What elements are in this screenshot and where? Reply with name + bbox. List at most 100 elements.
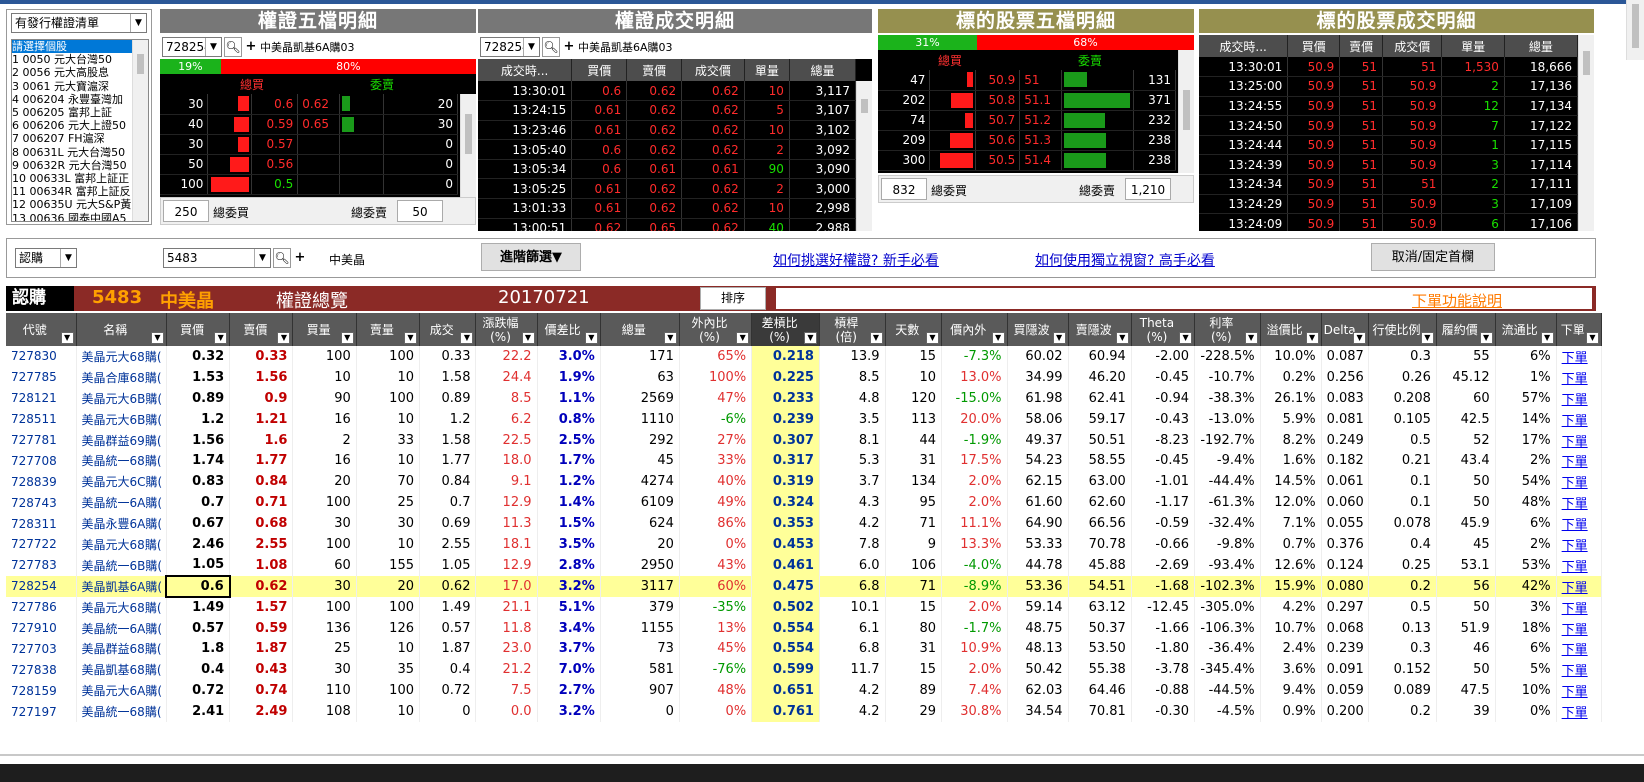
column-header[interactable]: 名稱 ▼ bbox=[76, 313, 167, 346]
filter-icon[interactable]: ▼ bbox=[736, 332, 750, 344]
order-link[interactable]: 下單 bbox=[1556, 366, 1602, 388]
filter-icon[interactable]: ▼ bbox=[277, 332, 291, 344]
column-header[interactable]: 賣價 bbox=[626, 59, 683, 81]
column-header[interactable]: 價內外 ▼ bbox=[941, 313, 1008, 346]
filter-icon[interactable]: ▼ bbox=[60, 332, 74, 344]
orderbook-row[interactable]: 47 50.9 51 131 bbox=[878, 70, 1176, 91]
order-link[interactable]: 下單 bbox=[1556, 408, 1602, 430]
column-header[interactable]: 賣量 ▼ bbox=[356, 313, 421, 346]
order-link[interactable]: 下單 bbox=[1556, 387, 1602, 409]
column-header[interactable]: 成交時... bbox=[1199, 35, 1289, 57]
table-row[interactable]: 728311 美晶永豐6A購(0.67 0.68 30 30 0.69 11.3 1.5% 62… bbox=[6, 513, 1602, 535]
trades-scrollbar[interactable] bbox=[1578, 35, 1594, 231]
orderbook-row[interactable]: 202 50.8 51.1 371 bbox=[878, 90, 1176, 111]
orderbook-row[interactable]: 30 0.57 0 bbox=[160, 134, 458, 155]
filter-icon[interactable]: ▼ bbox=[404, 332, 417, 344]
table-row[interactable]: 727830 美晶元大68購(0.32 0.33 100 100 0.33 22.2 3.0%… bbox=[6, 346, 1602, 367]
table-row[interactable]: 728121 美晶元大6B購(0.89 0.9 90 100 0.89 8.5 1.1% 256… bbox=[6, 387, 1602, 409]
column-header[interactable]: Delta ▼ bbox=[1321, 313, 1370, 346]
stock-list-item[interactable]: 1 0050 元大台灣50 bbox=[12, 53, 134, 66]
column-header[interactable]: 下單 ▼ bbox=[1556, 313, 1602, 346]
table-row[interactable]: 728839 美晶元大6C購(0.83 0.84 20 70 0.84 9.1 1.2% 427… bbox=[6, 471, 1602, 493]
table-row[interactable]: 727786 美晶元大68購(1.49 1.57 100 100 1.49 21.1 5.1%… bbox=[6, 596, 1602, 618]
stock-list-item[interactable]: 請選擇個股 bbox=[12, 40, 134, 54]
order-link[interactable]: 下單 bbox=[1556, 346, 1602, 367]
search-icon[interactable]: 🔍︎ bbox=[224, 37, 242, 57]
order-link[interactable]: 下單 bbox=[1556, 659, 1602, 681]
trade-row[interactable]: 13:30:01 50.9 51 51 1,530 18,666 bbox=[1199, 57, 1579, 78]
order-link[interactable]: 下單 bbox=[1556, 450, 1602, 472]
column-header[interactable]: 溢價比 ▼ bbox=[1260, 313, 1322, 346]
filter-icon[interactable]: ▼ bbox=[1586, 332, 1599, 344]
column-header[interactable]: 買隱波 ▼ bbox=[1007, 313, 1069, 346]
column-header[interactable]: 成交 ▼ bbox=[419, 313, 477, 346]
trade-row[interactable]: 13:24:55 50.9 51 50.9 12 17,134 bbox=[1199, 96, 1579, 117]
orderbook-row[interactable]: 300 50.5 51.4 238 bbox=[878, 150, 1176, 171]
column-header[interactable]: 成交價 bbox=[681, 59, 745, 81]
order-link[interactable]: 下單 bbox=[1556, 680, 1602, 702]
trade-row[interactable]: 13:05:25 0.61 0.62 0.62 2 3,000 bbox=[478, 178, 857, 200]
filter-icon[interactable]: ▼ bbox=[1420, 332, 1434, 344]
trade-row[interactable]: 13:24:09 50.9 51 50.9 6 17,106 bbox=[1199, 213, 1579, 231]
column-header[interactable]: 漲跌幅 (%) ▼ bbox=[475, 313, 538, 346]
filter-icon[interactable]: ▼ bbox=[1353, 332, 1367, 344]
issuer-dropdown[interactable]: 有發行權證清單 ▼ bbox=[11, 13, 147, 33]
column-header[interactable]: 利率 (%) ▼ bbox=[1194, 313, 1261, 346]
filter-icon[interactable]: ▼ bbox=[991, 332, 1005, 344]
filter-icon[interactable]: ▼ bbox=[1305, 332, 1319, 344]
trades-scrollbar[interactable] bbox=[856, 81, 872, 231]
stock-list-item[interactable]: 8 00631L 元大台灣50 bbox=[12, 146, 134, 159]
advanced-filter-button[interactable]: 進階篩選▼ bbox=[481, 243, 581, 271]
table-row[interactable]: 728511 美晶元大6B購(1.2 1.21 16 10 1.2 6.2 0.8% 1110-… bbox=[6, 408, 1602, 430]
filter-icon[interactable]: ▼ bbox=[150, 332, 164, 344]
filter-icon[interactable]: ▼ bbox=[663, 332, 677, 344]
table-row[interactable]: 727722 美晶元大68購(2.46 2.55 100 10 2.55 18.1 3.5% 2… bbox=[6, 534, 1602, 555]
add-icon[interactable]: + bbox=[293, 248, 307, 268]
trade-row[interactable]: 13:24:34 50.9 51 51 2 17,111 bbox=[1199, 174, 1579, 195]
warrant-code-input[interactable]: 728254 ▼ bbox=[162, 37, 222, 57]
chevron-down-icon[interactable]: ▼ bbox=[523, 38, 539, 56]
newbie-guide-link[interactable]: 如何挑選好權證? 新手必看 bbox=[773, 250, 939, 270]
column-header[interactable]: 代號 ▼ bbox=[6, 313, 77, 346]
trade-row[interactable]: 13:05:40 0.6 0.62 0.62 2 3,092 bbox=[478, 139, 857, 160]
advanced-guide-link[interactable]: 如何使用獨立視窗? 高手必看 bbox=[1035, 250, 1215, 270]
order-link[interactable]: 下單 bbox=[1556, 596, 1602, 618]
trade-row[interactable]: 13:30:01 0.6 0.62 0.62 10 3,117 bbox=[478, 81, 857, 102]
order-link[interactable]: 下單 bbox=[1556, 701, 1602, 723]
stock-list-item[interactable]: 3 0061 元大寶滬深 bbox=[12, 80, 134, 93]
filter-icon[interactable]: ▼ bbox=[925, 332, 939, 344]
column-header[interactable]: 履約價 ▼ bbox=[1436, 313, 1496, 346]
toggle-fixed-column-button[interactable]: 取消/固定首欄 bbox=[1371, 243, 1495, 271]
chevron-down-icon[interactable]: ▼ bbox=[60, 249, 76, 267]
column-header[interactable]: 買量 ▼ bbox=[292, 313, 357, 346]
add-icon[interactable]: + bbox=[562, 37, 576, 57]
order-link[interactable]: 下單 bbox=[1556, 575, 1602, 597]
stock-list-item[interactable]: 9 00632R 元大台灣50 bbox=[12, 159, 134, 172]
column-header[interactable]: Theta (%) ▼ bbox=[1131, 313, 1196, 346]
stock-list-item[interactable]: 5 006205 富邦上証 bbox=[12, 106, 134, 119]
filter-icon[interactable]: ▼ bbox=[584, 332, 598, 344]
search-icon[interactable]: 🔍︎ bbox=[273, 248, 291, 268]
order-link[interactable]: 下單 bbox=[1556, 617, 1602, 639]
stock-list-item[interactable]: 12 00635U 元大S&P黃 bbox=[12, 198, 134, 211]
table-row[interactable]: 727197 美晶統一68購(2.41 2.49 108 10 0 0.0 3.2% 0 0% 0.… bbox=[6, 701, 1602, 723]
orderbook-row[interactable]: 209 50.6 51.3 238 bbox=[878, 130, 1176, 151]
column-header[interactable]: 賣隱波 ▼ bbox=[1068, 313, 1132, 346]
table-row[interactable]: 727910 美晶統一6A購(0.57 0.59 136 126 0.57 11.8 3.4%… bbox=[6, 617, 1602, 639]
chevron-down-icon[interactable]: ▼ bbox=[254, 249, 270, 267]
warrant-code-input[interactable]: 728254 ▼ bbox=[480, 37, 540, 57]
column-header[interactable]: 行使比例 ▼ bbox=[1368, 313, 1437, 346]
column-header[interactable]: 差槓比(%) ▼ bbox=[751, 313, 820, 346]
column-header[interactable]: 天數 ▼ bbox=[885, 313, 942, 346]
stock-listbox[interactable]: 請選擇個股 1 0050 元大台灣50 2 0056 元大高股息 3 0061 元大寶… bbox=[11, 39, 149, 222]
orderbook-row[interactable]: 30 0.6 0.62 20 bbox=[160, 94, 458, 115]
stock-list-item[interactable]: 6 006206 元大上證50 bbox=[12, 119, 134, 132]
column-header[interactable]: 買價 ▼ bbox=[166, 313, 231, 346]
window-scrollbar[interactable] bbox=[1626, 0, 1644, 60]
order-link[interactable]: 下單 bbox=[1556, 471, 1602, 493]
stock-list-item[interactable]: 10 00633L 富邦上証正 bbox=[12, 172, 134, 185]
add-icon[interactable]: + bbox=[244, 37, 258, 57]
table-row[interactable]: 727783 美晶統一6B購(1.05 1.08 60 155 1.05 12.9 2.8% 2… bbox=[6, 554, 1602, 576]
column-header[interactable]: 買價 bbox=[571, 59, 628, 81]
filter-icon[interactable]: ▼ bbox=[340, 332, 354, 344]
